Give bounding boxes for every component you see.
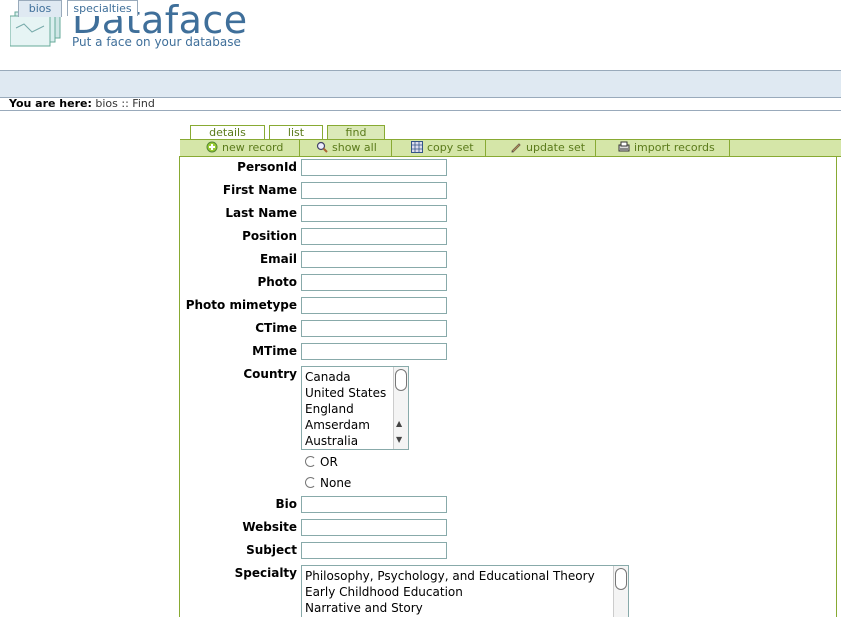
email-label: Email [259,252,297,266]
divider [485,140,486,156]
breadcrumb-path[interactable]: bios :: Find [95,97,154,110]
tab-list[interactable]: list [269,125,323,139]
personid-label: PersonId [237,160,297,174]
navigation-bar [0,70,841,98]
country-label: Country [243,367,297,381]
radio-label: None [320,476,352,490]
action-label: import records [634,141,715,154]
tab-label: list [287,126,305,139]
scroll-down-icon[interactable]: ▼ [396,435,402,444]
divider [299,140,300,156]
country-select[interactable]: Canada United States England Amserdam Au… [301,366,409,450]
tab-bios[interactable]: bios [18,0,62,17]
specialty-select[interactable]: Philosophy, Psychology, and Educational … [301,565,629,617]
divider [595,140,596,156]
divider [729,140,730,156]
import-records-button[interactable]: import records [618,140,715,156]
scrollbar-thumb[interactable] [395,369,407,391]
update-set-button[interactable]: update set [510,140,585,156]
first-name-input[interactable] [301,182,447,199]
grid-icon [411,141,423,153]
specialty-label: Specialty [234,566,297,580]
action-label: new record [222,141,284,154]
personid-input[interactable] [301,159,447,176]
scrollbar-thumb[interactable] [615,568,627,590]
photo-input[interactable] [301,274,447,291]
scroll-up-icon[interactable]: ▲ [396,419,402,428]
position-label: Position [242,229,297,243]
photo-mimetype-label: Photo mimetype [185,298,297,312]
first-name-label: First Name [222,183,297,197]
tab-label: details [209,126,246,139]
ctime-input[interactable] [301,320,447,337]
country-none-radio[interactable]: None [305,476,351,490]
tab-details[interactable]: details [190,125,265,139]
show-all-button[interactable]: show all [316,140,377,156]
tab-label: specialties [73,2,132,15]
subject-input[interactable] [301,542,447,559]
bio-input[interactable] [301,496,447,513]
divider [391,140,392,156]
photo-label: Photo [257,275,297,289]
copy-set-button[interactable]: copy set [411,140,474,156]
mtime-input[interactable] [301,343,447,360]
pencil-icon [511,143,521,153]
action-label: update set [526,141,586,154]
breadcrumb: You are here: bios :: Find [9,97,155,110]
list-item[interactable]: Narrative and Story [302,600,628,616]
radio-label: OR [320,455,338,469]
divider [0,110,841,111]
tab-label: bios [28,2,52,15]
tab-find[interactable]: find [327,125,385,140]
website-input[interactable] [301,519,447,536]
list-item[interactable]: Philosophy, Psychology, and Educational … [302,568,628,584]
plus-icon [206,141,218,153]
bio-label: Bio [275,497,297,511]
radio-icon [305,456,316,467]
action-label: copy set [427,141,474,154]
position-input[interactable] [301,228,447,245]
last-name-input[interactable] [301,205,447,222]
email-input[interactable] [301,251,447,268]
ctime-label: CTime [255,321,297,335]
breadcrumb-prefix: You are here: [9,97,92,110]
import-icon [618,141,630,152]
tab-specialties[interactable]: specialties [67,0,138,16]
new-record-button[interactable]: new record [206,140,283,156]
action-label: show all [332,141,377,154]
country-or-radio[interactable]: OR [305,455,338,469]
list-item[interactable]: Early Childhood Education [302,584,628,600]
app-tagline: Put a face on your database [72,35,241,49]
scrollbar[interactable]: ▲ ▼ [393,367,408,449]
subject-label: Subject [246,543,297,557]
tab-label: find [345,126,367,139]
scrollbar[interactable] [613,566,628,617]
actions-toolbar: new record show all copy set update set … [180,139,841,157]
magnifier-icon [316,141,328,153]
last-name-label: Last Name [225,206,297,220]
mtime-label: MTime [252,344,297,358]
radio-icon [305,477,316,488]
photo-mimetype-input[interactable] [301,297,447,314]
website-label: Website [242,520,297,534]
